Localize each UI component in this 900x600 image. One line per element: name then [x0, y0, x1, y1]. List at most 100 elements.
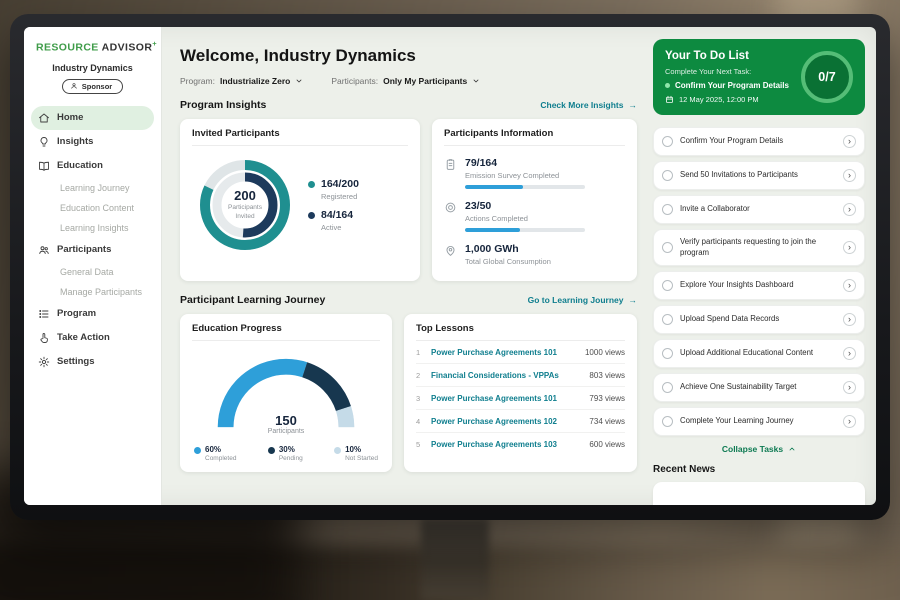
education-legend: 60% Completed 30% Pending — [194, 445, 378, 462]
task-checkbox[interactable] — [662, 170, 673, 181]
chevron-right-icon[interactable]: › — [843, 169, 856, 182]
lesson-row: 2 Financial Considerations - VPPAs 803 v… — [416, 364, 625, 387]
sidebar-item-program[interactable]: Program — [24, 302, 161, 326]
task-item[interactable]: Invite a Collaborator › — [653, 195, 865, 224]
sidebar-item-insights[interactable]: Insights — [24, 130, 161, 154]
gauge-center: 150 Participants — [207, 413, 365, 435]
bullet-icon — [665, 83, 670, 88]
chevron-right-icon[interactable]: › — [843, 313, 856, 326]
task-checkbox[interactable] — [662, 280, 673, 291]
check-more-insights-link[interactable]: Check More Insights → — [540, 100, 637, 110]
task-item[interactable]: Complete Your Learning Journey › — [653, 407, 865, 436]
legend-value: 164/200 — [321, 178, 359, 190]
collapse-tasks-label: Collapse Tasks — [722, 444, 783, 454]
lesson-views: 734 views — [589, 417, 625, 426]
task-checkbox[interactable] — [662, 348, 673, 359]
lesson-views: 600 views — [589, 440, 625, 449]
go-to-learning-journey-link[interactable]: Go to Learning Journey → — [528, 295, 637, 305]
monitor-frame: RESOURCE ADVISOR+ Industry Dynamics Spon… — [10, 14, 890, 520]
task-item[interactable]: Upload Additional Educational Content › — [653, 339, 865, 368]
lesson-link[interactable]: Financial Considerations - VPPAs — [431, 371, 581, 380]
task-checkbox[interactable] — [662, 136, 673, 147]
sidebar-item-settings[interactable]: Settings — [24, 350, 161, 374]
lesson-rank: 2 — [416, 371, 423, 380]
lesson-link[interactable]: Power Purchase Agreements 102 — [431, 417, 581, 426]
main-content: Welcome, Industry Dynamics Program: Indu… — [162, 27, 650, 505]
chevron-right-icon[interactable]: › — [843, 415, 856, 428]
program-dropdown[interactable]: Program: Industrialize Zero — [180, 76, 303, 86]
invited-participants-body: 200 Participants Invited 164/200 Registe — [192, 152, 408, 258]
book-icon — [38, 160, 50, 172]
lesson-link[interactable]: Power Purchase Agreements 103 — [431, 440, 581, 449]
task-checkbox[interactable] — [662, 204, 673, 215]
todo-next-task-label: Confirm Your Program Details — [675, 81, 789, 90]
brand-primary: RESOURCE — [36, 42, 99, 54]
lesson-link[interactable]: Power Purchase Agreements 101 — [431, 394, 581, 403]
legend-dot — [308, 181, 315, 188]
task-item[interactable]: Verify participants requesting to join t… — [653, 229, 865, 266]
task-item[interactable]: Confirm Your Program Details › — [653, 127, 865, 156]
legend-item-pending: 30% Pending — [268, 445, 303, 462]
person-icon — [70, 82, 78, 90]
chevron-down-icon — [472, 77, 480, 85]
target-icon — [444, 201, 457, 214]
task-checkbox[interactable] — [662, 382, 673, 393]
sidebar-item-education-content[interactable]: Education Content — [24, 198, 161, 218]
learning-journey-header: Participant Learning Journey Go to Learn… — [180, 294, 637, 306]
participants-dropdown-label: Participants: — [331, 76, 378, 86]
task-item[interactable]: Upload Spend Data Records › — [653, 305, 865, 334]
info-row-actions: 23/50 Actions Completed — [444, 200, 625, 232]
progress-bar-fill — [465, 185, 523, 189]
sidebar-item-general-data[interactable]: General Data — [24, 262, 161, 282]
sidebar-item-home[interactable]: Home — [31, 106, 154, 130]
insights-cards-row: Invited Participants 200 — [180, 119, 637, 281]
task-label: Upload Spend Data Records — [680, 314, 836, 325]
sidebar-item-learning-insights[interactable]: Learning Insights — [24, 218, 161, 238]
lesson-link[interactable]: Power Purchase Agreements 101 — [431, 348, 577, 357]
task-item[interactable]: Send 50 Invitations to Participants › — [653, 161, 865, 190]
todo-summary-left: Your To Do List Complete Your Next Task:… — [665, 50, 789, 104]
chevron-right-icon[interactable]: › — [843, 347, 856, 360]
task-checkbox[interactable] — [662, 416, 673, 427]
sidebar-item-participants[interactable]: Participants — [24, 238, 161, 262]
lesson-row: 1 Power Purchase Agreements 101 1000 vie… — [416, 341, 625, 364]
recent-news-card[interactable] — [653, 482, 865, 505]
task-checkbox[interactable] — [662, 242, 673, 253]
chevron-right-icon[interactable]: › — [843, 279, 856, 292]
chevron-right-icon[interactable]: › — [843, 241, 856, 254]
lesson-rank: 3 — [416, 394, 423, 403]
lesson-row: 4 Power Purchase Agreements 102 734 view… — [416, 410, 625, 433]
collapse-tasks-button[interactable]: Collapse Tasks — [653, 444, 865, 454]
sponsor-badge[interactable]: Sponsor — [62, 79, 123, 94]
lesson-views: 1000 views — [585, 348, 625, 357]
todo-panel: Your To Do List Complete Your Next Task:… — [650, 27, 876, 505]
brand-plus: + — [152, 39, 157, 48]
todo-progress-ring: 0/7 — [801, 51, 853, 103]
lesson-rank: 4 — [416, 417, 423, 426]
sidebar-item-label: Home — [57, 112, 83, 123]
sidebar-item-take-action[interactable]: Take Action — [24, 326, 161, 350]
donut-center-label: Participants Invited — [221, 204, 269, 222]
chevron-right-icon[interactable]: › — [843, 381, 856, 394]
progress-bar-fill — [465, 228, 520, 232]
task-label: Achieve One Sustainability Target — [680, 382, 836, 393]
legend-value: 60% — [205, 445, 236, 454]
app-screen: RESOURCE ADVISOR+ Industry Dynamics Spon… — [24, 27, 876, 505]
pin-icon — [444, 244, 457, 257]
chevron-right-icon[interactable]: › — [843, 203, 856, 216]
task-item[interactable]: Explore Your Insights Dashboard › — [653, 271, 865, 300]
participants-dropdown[interactable]: Participants: Only My Participants — [331, 76, 480, 86]
sidebar-nav: Home Insights Education Learning Journey… — [24, 106, 161, 374]
info-value: 1,000 GWh — [465, 243, 551, 255]
donut-center: 200 Participants Invited — [192, 152, 298, 258]
task-checkbox[interactable] — [662, 314, 673, 325]
chevron-right-icon[interactable]: › — [843, 135, 856, 148]
sidebar-item-manage-participants[interactable]: Manage Participants — [24, 282, 161, 302]
hand-action-icon — [38, 332, 50, 344]
chevron-up-icon — [788, 445, 796, 453]
task-list: Confirm Your Program Details › Send 50 I… — [653, 127, 865, 436]
task-item[interactable]: Achieve One Sustainability Target › — [653, 373, 865, 402]
sidebar-item-learning-journey[interactable]: Learning Journey — [24, 178, 161, 198]
sidebar-item-education[interactable]: Education — [24, 154, 161, 178]
sidebar-item-label: Insights — [57, 136, 93, 147]
